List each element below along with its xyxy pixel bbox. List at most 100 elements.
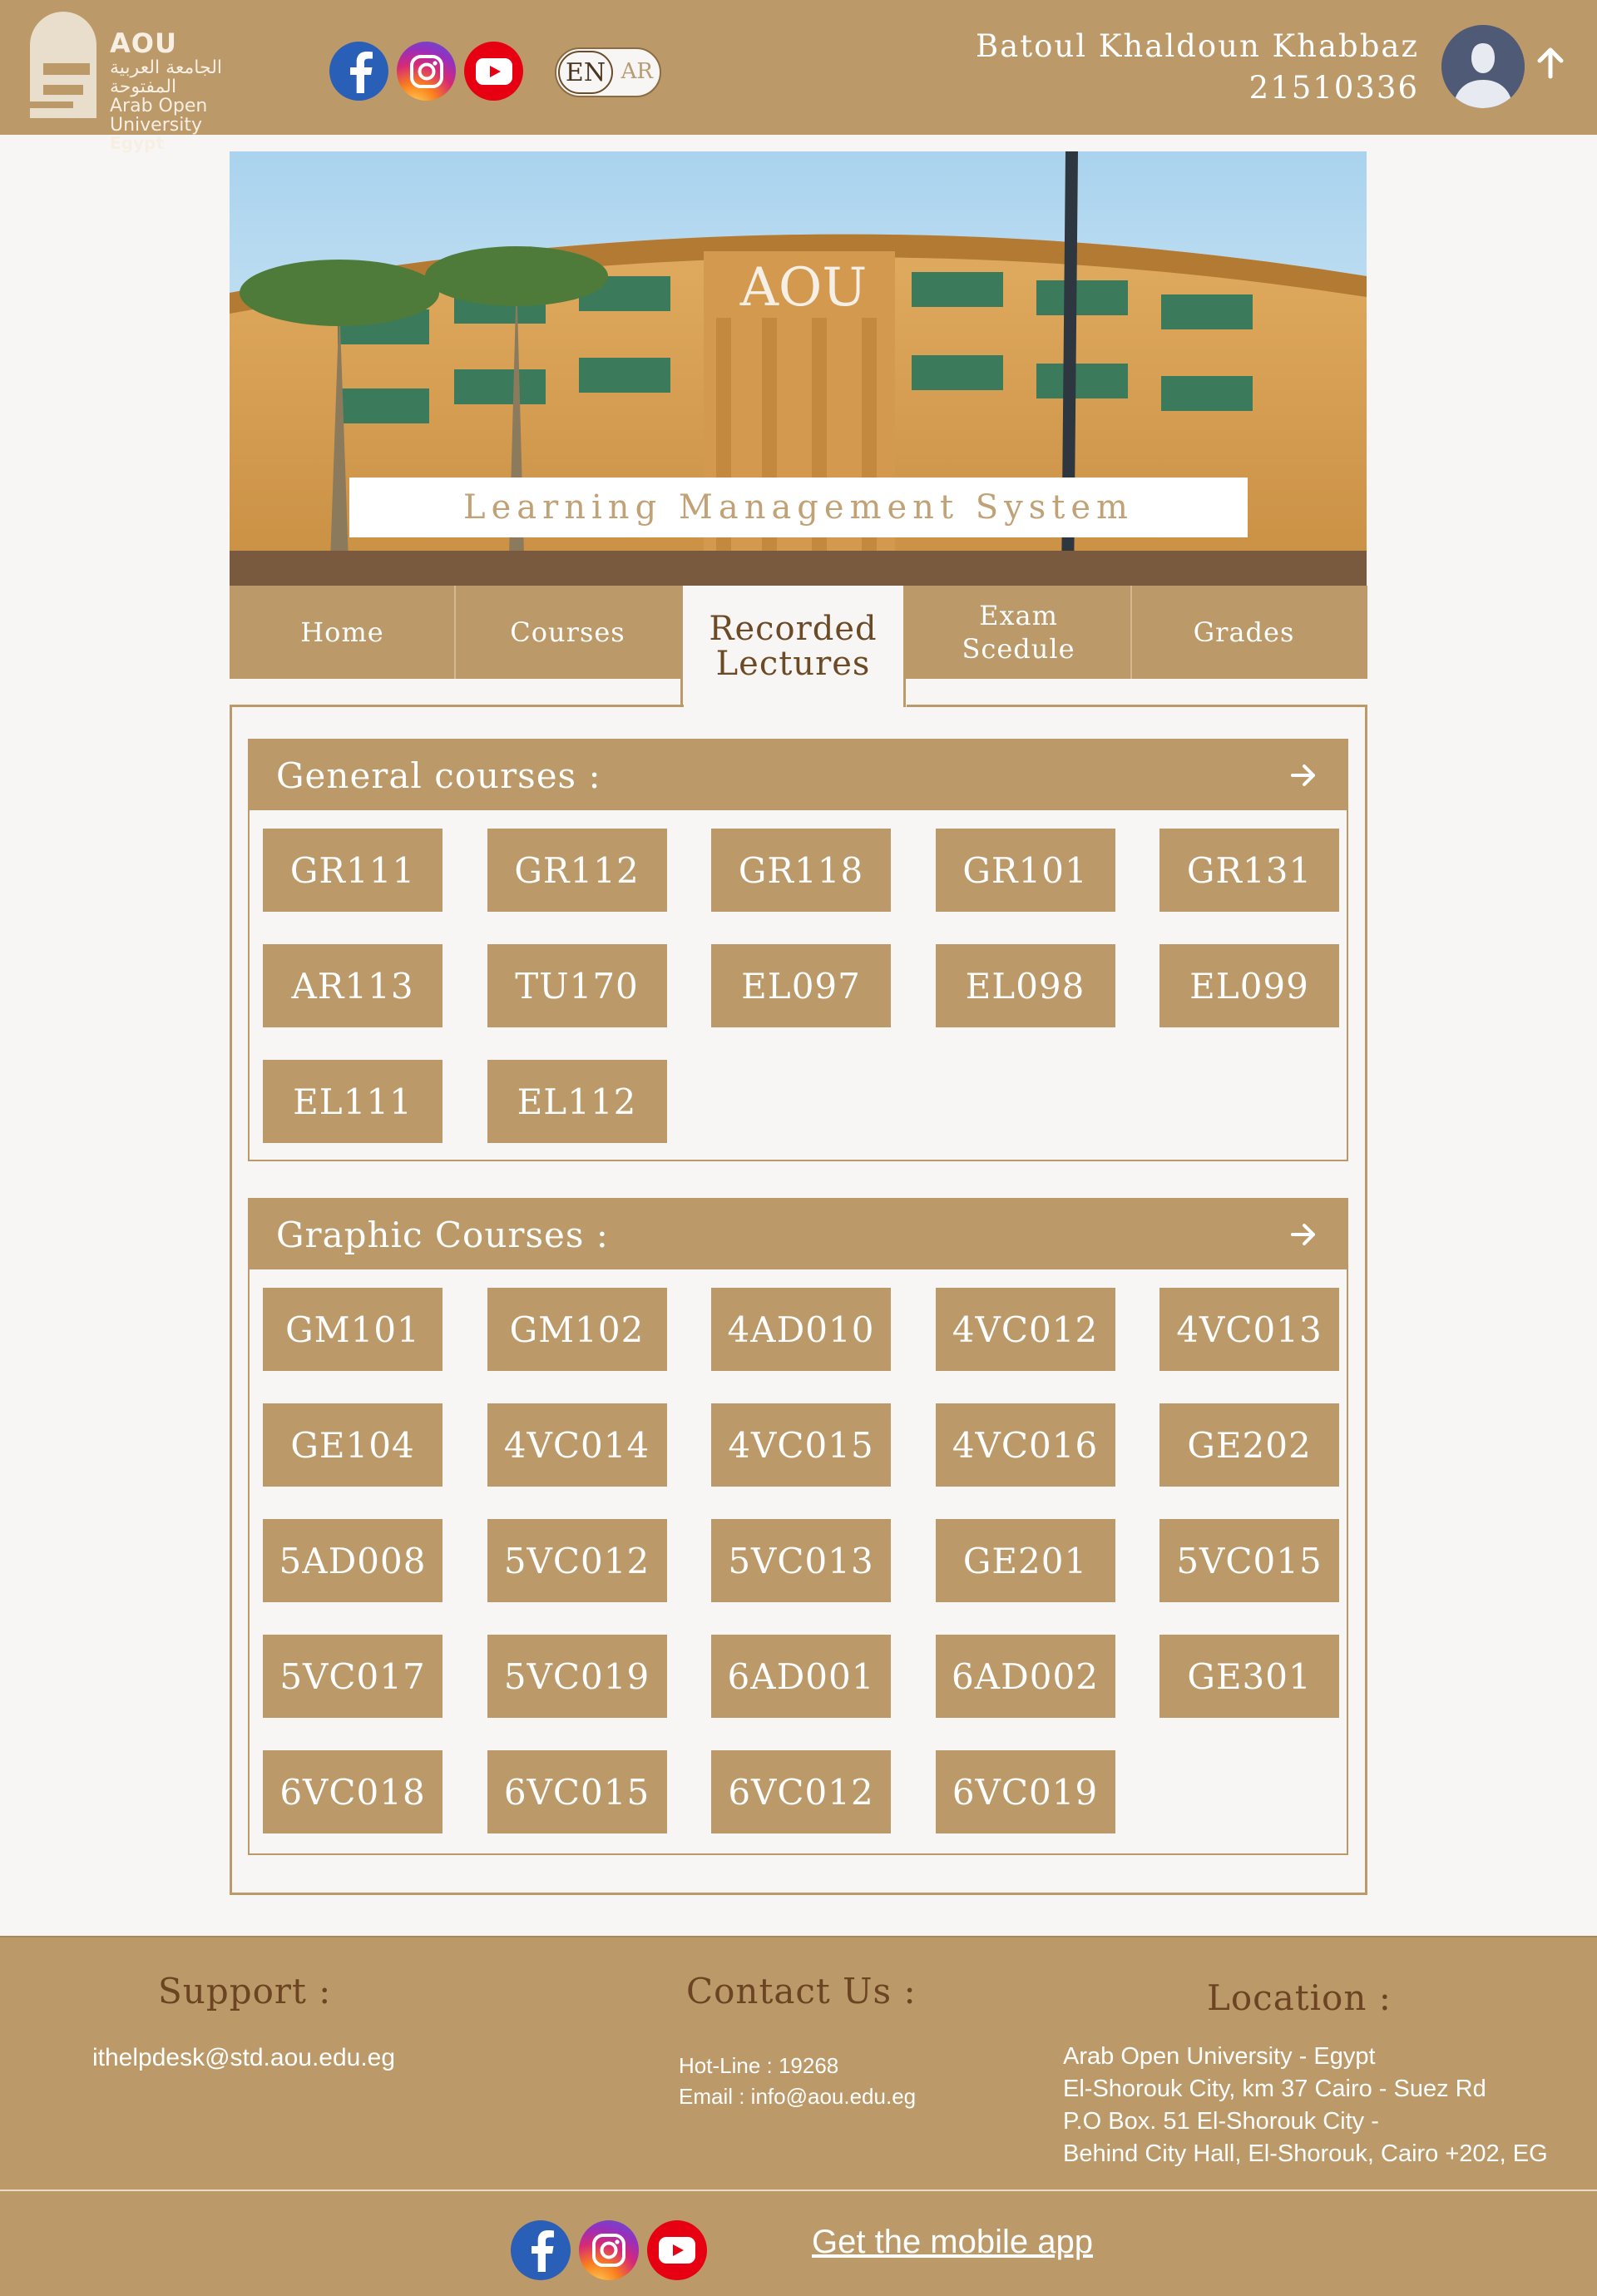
top-header: AOU الجامعة العربية المفتوحة Arab Open U… [0, 0, 1597, 151]
facebook-icon [349, 51, 373, 93]
general-courses-section: General courses : GR111 GR112 GR118 GR101 GR… [248, 739, 1348, 1161]
course-button[interactable]: GE301 [1159, 1635, 1339, 1718]
course-button[interactable]: 5VC019 [487, 1635, 667, 1718]
support-heading: Support : [158, 1971, 332, 2011]
course-button[interactable]: GE201 [935, 1519, 1115, 1602]
footer: Support : ithelpdesk@std.aou.edu.eg Cont… [0, 1936, 1597, 2296]
course-button[interactable]: 4AD010 [711, 1288, 891, 1371]
course-button[interactable]: 4VC013 [1159, 1288, 1339, 1371]
facebook-link[interactable] [329, 42, 388, 101]
course-button[interactable]: EL098 [935, 944, 1115, 1027]
location-address: Arab Open University - Egypt El-Shorouk … [1063, 2041, 1548, 2170]
course-button[interactable]: 6AD002 [935, 1635, 1115, 1718]
facebook-link[interactable] [511, 2220, 571, 2280]
course-button[interactable]: GM101 [263, 1288, 443, 1371]
nav-grades[interactable]: Grades [1130, 586, 1357, 679]
footer-divider [0, 2190, 1597, 2191]
support-email[interactable]: ithelpdesk@std.aou.edu.eg [92, 2044, 395, 2072]
course-button[interactable]: GR112 [487, 829, 667, 912]
user-id: 21510336 [1248, 70, 1419, 106]
language-toggle[interactable]: EN AR [555, 47, 661, 97]
arrow-right-icon[interactable] [1290, 762, 1317, 789]
youtube-icon [659, 2237, 695, 2264]
location-heading: Location : [1207, 1977, 1392, 2018]
user-name: Batoul Khaldoun Khabbaz [975, 28, 1419, 64]
course-button[interactable]: GR131 [1159, 829, 1339, 912]
course-button[interactable]: GR118 [711, 829, 891, 912]
contact-email[interactable]: Email : info@aou.edu.eg [679, 2081, 916, 2112]
nav-home[interactable]: Home [230, 586, 455, 679]
mobile-app-link[interactable]: Get the mobile app [812, 2224, 1093, 2261]
course-button[interactable]: GR111 [263, 829, 443, 912]
course-button[interactable]: GR101 [935, 829, 1115, 912]
course-button[interactable]: EL099 [1159, 944, 1339, 1027]
course-button[interactable]: 4VC016 [935, 1403, 1115, 1487]
user-avatar-icon [1441, 25, 1525, 108]
arrow-up-icon[interactable] [1535, 47, 1565, 80]
instagram-link[interactable] [397, 42, 456, 101]
location-line: P.O Box. 51 El-Shorouk City - [1063, 2108, 1379, 2135]
contact-hotline: Hot-Line : 19268 [679, 2053, 839, 2078]
course-button[interactable]: 6AD001 [711, 1635, 891, 1718]
course-button[interactable]: GE104 [263, 1403, 443, 1487]
contact-info: Hot-Line : 19268 Email : info@aou.edu.eg [679, 2051, 916, 2112]
graphic-courses-title: Graphic Courses : [276, 1214, 609, 1255]
user-avatar[interactable] [1441, 25, 1525, 108]
instagram-link[interactable] [579, 2220, 639, 2280]
general-courses-title: General courses : [276, 755, 601, 796]
course-button[interactable]: GM102 [487, 1288, 667, 1371]
campus-banner: AOU Learning Management System [230, 151, 1367, 586]
youtube-icon [475, 57, 512, 85]
nav-courses[interactable]: Courses [454, 586, 680, 679]
course-button[interactable]: 6VC019 [935, 1750, 1115, 1833]
instagram-icon [592, 2234, 625, 2267]
course-button[interactable]: 4VC015 [711, 1403, 891, 1487]
instagram-icon [409, 54, 443, 88]
course-button[interactable]: 5AD008 [263, 1519, 443, 1602]
graphic-courses-section: Graphic Courses : GM101 GM102 4AD010 4VC012… [248, 1198, 1348, 1855]
course-button[interactable]: 6VC018 [263, 1750, 443, 1833]
youtube-link[interactable] [647, 2220, 707, 2280]
banner-label: Learning Management System [349, 478, 1248, 537]
aou-logo-mark-icon [30, 12, 96, 118]
logo-abbr: AOU [110, 27, 177, 59]
course-button[interactable]: AR113 [263, 944, 443, 1027]
nav-recorded-lectures[interactable]: Recorded Lectures [680, 586, 906, 707]
arrow-right-icon[interactable] [1290, 1221, 1317, 1248]
graphic-courses-grid: GM101 GM102 4AD010 4VC012 4VC013 GE104 4VC014 4… [263, 1288, 1339, 1833]
logo-text: AOU الجامعة العربية المفتوحة Arab Open U… [110, 27, 293, 153]
location-line: Behind City Hall, El-Shorouk, Cairo +202… [1063, 2140, 1548, 2167]
graphic-courses-header[interactable]: Graphic Courses : [250, 1200, 1347, 1269]
general-courses-header[interactable]: General courses : [250, 740, 1347, 810]
lang-en-option[interactable]: EN [558, 51, 613, 94]
course-button[interactable]: EL097 [711, 944, 891, 1027]
course-button[interactable]: 5VC012 [487, 1519, 667, 1602]
contact-heading: Contact Us : [686, 1971, 917, 2011]
main-nav: Home Courses Recorded Lectures Exam Sced… [230, 586, 1367, 707]
lang-ar-option[interactable]: AR [621, 59, 653, 84]
course-button[interactable]: TU170 [487, 944, 667, 1027]
location-line: El-Shorouk City, km 37 Cairo - Suez Rd [1063, 2076, 1486, 2102]
course-button[interactable]: 5VC013 [711, 1519, 891, 1602]
general-courses-grid: GR111 GR112 GR118 GR101 GR131 AR113 TU170 EL097… [263, 829, 1339, 1143]
course-button[interactable]: 5VC015 [1159, 1519, 1339, 1602]
footer-social-links [511, 2220, 707, 2280]
course-button[interactable]: 5VC017 [263, 1635, 443, 1718]
aou-logo[interactable]: AOU الجامعة العربية المفتوحة Arab Open U… [27, 12, 293, 151]
location-line: Arab Open University - Egypt [1063, 2043, 1376, 2070]
course-button[interactable]: 4VC012 [935, 1288, 1115, 1371]
logo-country: Egypt [110, 132, 164, 153]
logo-arabic-name: الجامعة العربية المفتوحة [110, 57, 223, 97]
course-button[interactable]: 6VC015 [487, 1750, 667, 1833]
logo-english-name: Arab Open University [110, 95, 208, 136]
course-button[interactable]: EL112 [487, 1060, 667, 1143]
course-button[interactable]: EL111 [263, 1060, 443, 1143]
course-button[interactable]: 4VC014 [487, 1403, 667, 1487]
nav-exam-schedule[interactable]: Exam Scedule [906, 586, 1131, 679]
header-social-links [329, 42, 523, 101]
course-button[interactable]: 6VC012 [711, 1750, 891, 1833]
facebook-icon [532, 2230, 554, 2272]
youtube-link[interactable] [464, 42, 523, 101]
course-button[interactable]: GE202 [1159, 1403, 1339, 1487]
building-sign: AOU [739, 257, 868, 319]
